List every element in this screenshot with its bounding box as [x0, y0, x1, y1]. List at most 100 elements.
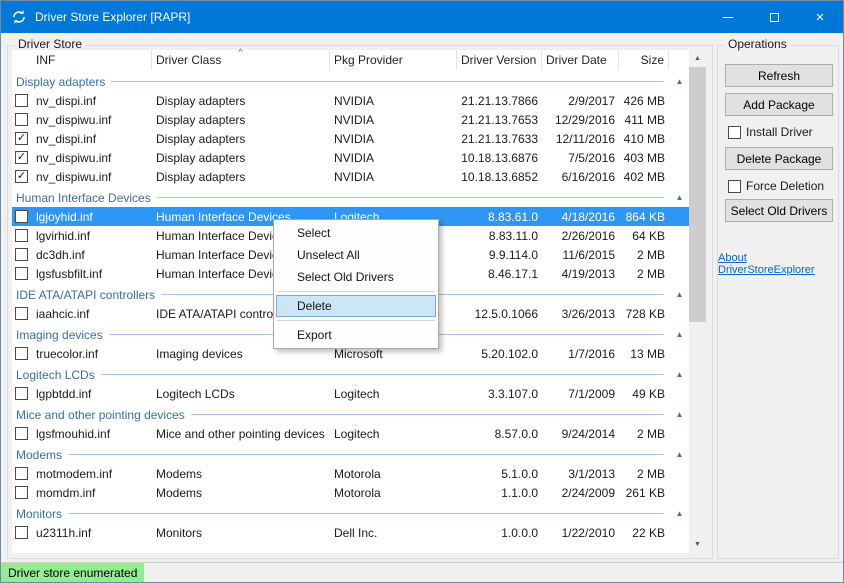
- driver-row[interactable]: nv_dispi.infDisplay adaptersNVIDIA21.21.…: [12, 91, 689, 110]
- driver-row[interactable]: ✓nv_dispi.infDisplay adaptersNVIDIA21.21…: [12, 129, 689, 148]
- column-header-driver-date[interactable]: Driver Date: [542, 50, 619, 70]
- close-button[interactable]: ×: [797, 1, 843, 33]
- delete-package-button[interactable]: Delete Package: [725, 147, 833, 170]
- row-checkbox[interactable]: [15, 94, 28, 107]
- size-cell: 13 MB: [619, 347, 669, 361]
- menu-item-select[interactable]: Select: [276, 222, 436, 244]
- inf-cell: lgpbtdd.inf: [32, 387, 152, 401]
- row-checkbox-cell: ✓: [12, 170, 32, 183]
- driver-class-cell: Logitech LCDs: [152, 387, 330, 401]
- scrollbar-track[interactable]: [689, 67, 706, 536]
- group-name: Imaging devices: [16, 328, 103, 342]
- row-checkbox[interactable]: ✓: [15, 132, 28, 145]
- column-header-pkg-provider[interactable]: Pkg Provider: [330, 50, 457, 70]
- size-cell: 864 KB: [619, 210, 669, 224]
- collapse-group-icon[interactable]: ▲: [670, 370, 689, 379]
- driver-class-cell: Modems: [152, 486, 330, 500]
- pkg-provider-cell: NVIDIA: [330, 170, 457, 184]
- about-link[interactable]: About DriverStoreExplorer: [718, 252, 835, 276]
- menu-item-unselect-all[interactable]: Unselect All: [276, 244, 436, 266]
- driver-row[interactable]: nv_dispiwu.infDisplay adaptersNVIDIA21.2…: [12, 110, 689, 129]
- inf-cell: motmodem.inf: [32, 467, 152, 481]
- row-checkbox[interactable]: ✓: [15, 170, 28, 183]
- select-old-drivers-button[interactable]: Select Old Drivers: [725, 199, 833, 222]
- column-header-inf[interactable]: INF: [12, 50, 152, 70]
- driver-row[interactable]: momdm.infModemsMotorola1.1.0.02/24/20092…: [12, 483, 689, 502]
- driver-row[interactable]: lgsfmouhid.infMice and other pointing de…: [12, 424, 689, 443]
- menu-item-select-old-drivers[interactable]: Select Old Drivers: [276, 266, 436, 288]
- row-checkbox[interactable]: [15, 229, 28, 242]
- scroll-up-button[interactable]: ▲: [689, 50, 706, 67]
- inf-cell: lgjoyhid.inf: [32, 210, 152, 224]
- column-header-size[interactable]: Size: [619, 50, 669, 70]
- list-header: INFDriver Class^Pkg ProviderDriver Versi…: [12, 50, 689, 70]
- minimize-button[interactable]: [705, 1, 751, 33]
- size-cell: 728 KB: [619, 307, 669, 321]
- driver-date-cell: 7/5/2016: [542, 151, 619, 165]
- driver-version-cell: 10.18.13.6876: [457, 151, 542, 165]
- group-header-human-interface-devices[interactable]: Human Interface Devices▲: [12, 188, 689, 207]
- driver-row[interactable]: lgpbtdd.infLogitech LCDsLogitech3.3.107.…: [12, 384, 689, 403]
- driver-class-cell: Display adapters: [152, 113, 330, 127]
- row-checkbox[interactable]: [15, 347, 28, 360]
- group-header-modems[interactable]: Modems ▲: [12, 445, 689, 464]
- menu-item-export[interactable]: Export: [276, 324, 436, 346]
- force-deletion-checkbox-box[interactable]: [728, 180, 741, 193]
- row-checkbox[interactable]: [15, 267, 28, 280]
- status-bar: Driver store enumerated: [1, 562, 843, 582]
- row-checkbox[interactable]: [15, 467, 28, 480]
- driver-date-cell: 2/24/2009: [542, 486, 619, 500]
- group-name: Modems: [16, 448, 62, 462]
- group-name: Mice and other pointing devices: [16, 408, 185, 422]
- row-checkbox[interactable]: [15, 526, 28, 539]
- group-header-mice-and-other-pointing-devices[interactable]: Mice and other pointing devices ▲: [12, 405, 689, 424]
- menu-item-delete[interactable]: Delete: [276, 295, 436, 317]
- collapse-group-icon[interactable]: ▲: [670, 77, 689, 86]
- refresh-button[interactable]: Refresh: [725, 64, 833, 87]
- vertical-scrollbar[interactable]: ▲ ▼: [689, 50, 706, 553]
- maximize-button[interactable]: [751, 1, 797, 33]
- driver-version-cell: 21.21.13.7653: [457, 113, 542, 127]
- install-driver-checkbox[interactable]: Install Driver: [728, 125, 813, 139]
- row-checkbox[interactable]: [15, 486, 28, 499]
- size-cell: 22 KB: [619, 526, 669, 540]
- size-cell: 2 MB: [619, 467, 669, 481]
- collapse-group-icon[interactable]: ▲: [670, 410, 689, 419]
- group-header-monitors[interactable]: Monitors▲: [12, 504, 689, 523]
- install-driver-checkbox-box[interactable]: [728, 126, 741, 139]
- column-header-driver-version[interactable]: Driver Version: [457, 50, 542, 70]
- collapse-group-icon[interactable]: ▲: [670, 509, 689, 518]
- driver-row[interactable]: u2311h.infMonitorsDell Inc.1.0.0.01/22/2…: [12, 523, 689, 542]
- column-header-label: Driver Class: [156, 53, 221, 67]
- row-checkbox[interactable]: [15, 427, 28, 440]
- force-deletion-checkbox[interactable]: Force Deletion: [728, 179, 824, 193]
- inf-cell: nv_dispi.inf: [32, 132, 152, 146]
- row-checkbox[interactable]: [15, 210, 28, 223]
- collapse-group-icon[interactable]: ▲: [670, 450, 689, 459]
- column-header-driver-class[interactable]: Driver Class^: [152, 50, 330, 70]
- collapse-group-icon[interactable]: ▲: [670, 330, 689, 339]
- group-header-display-adapters[interactable]: Display adapters▲: [12, 72, 689, 91]
- row-checkbox[interactable]: ✓: [15, 151, 28, 164]
- row-checkbox-cell: [12, 113, 32, 126]
- group-name: Logitech LCDs: [16, 368, 95, 382]
- row-checkbox[interactable]: [15, 387, 28, 400]
- size-cell: 402 MB: [619, 170, 669, 184]
- inf-cell: momdm.inf: [32, 486, 152, 500]
- row-checkbox[interactable]: [15, 248, 28, 261]
- scroll-down-button[interactable]: ▼: [689, 536, 706, 553]
- collapse-group-icon[interactable]: ▲: [670, 290, 689, 299]
- driver-version-cell: 12.5.0.1066: [457, 307, 542, 321]
- row-checkbox-cell: [12, 526, 32, 539]
- scrollbar-thumb[interactable]: [689, 67, 706, 322]
- driver-row[interactable]: motmodem.infModemsMotorola5.1.0.03/1/201…: [12, 464, 689, 483]
- driver-row[interactable]: ✓nv_dispiwu.infDisplay adaptersNVIDIA10.…: [12, 148, 689, 167]
- add-package-button[interactable]: Add Package: [725, 93, 833, 116]
- pkg-provider-cell: Motorola: [330, 467, 457, 481]
- group-header-logitech-lcds[interactable]: Logitech LCDs ▲: [12, 365, 689, 384]
- row-checkbox[interactable]: [15, 113, 28, 126]
- driver-row[interactable]: ✓nv_dispiwu.infDisplay adaptersNVIDIA10.…: [12, 167, 689, 186]
- row-checkbox[interactable]: [15, 307, 28, 320]
- driver-date-cell: 3/1/2013: [542, 467, 619, 481]
- collapse-group-icon[interactable]: ▲: [670, 193, 689, 202]
